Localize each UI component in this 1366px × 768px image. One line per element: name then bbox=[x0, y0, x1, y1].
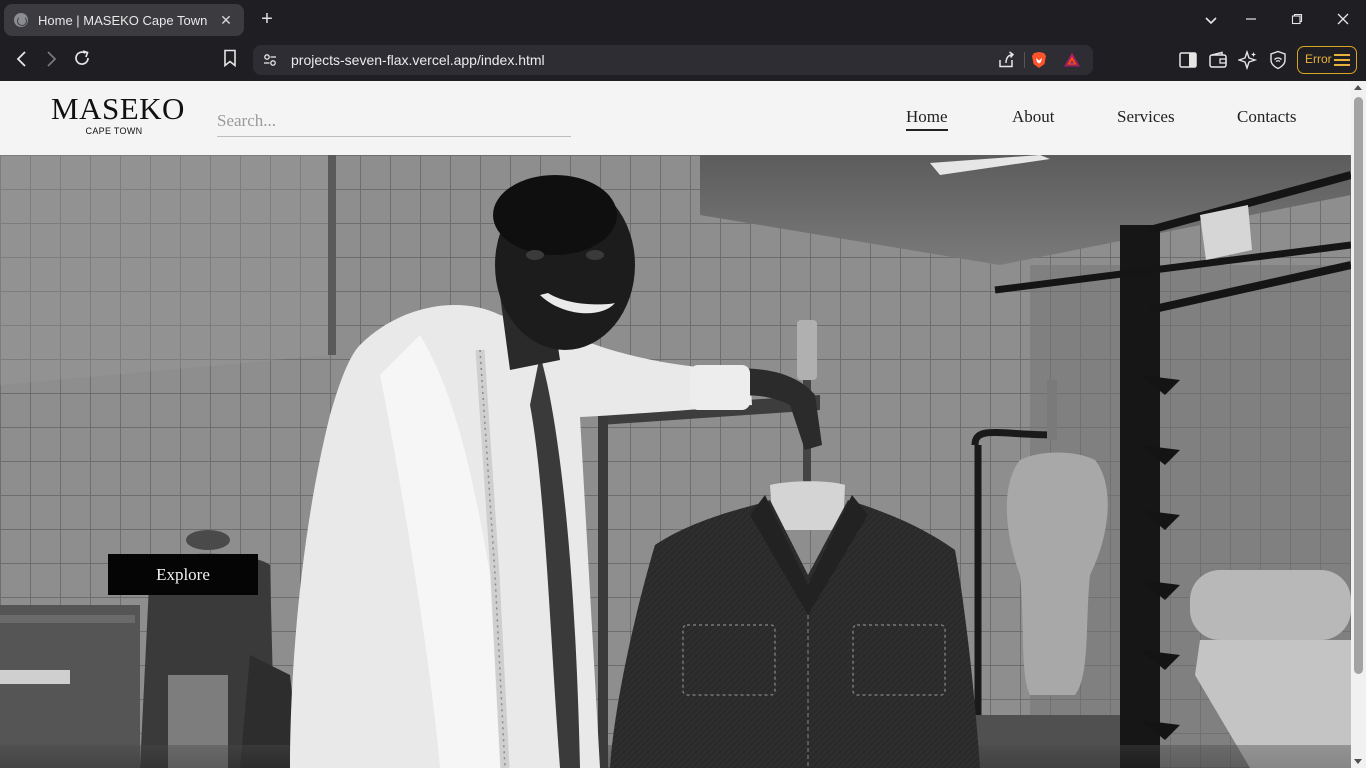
url-text[interactable]: projects-seven-flax.vercel.app/index.htm… bbox=[291, 52, 545, 68]
site-logo[interactable]: MASEKO CAPE TOWN bbox=[51, 91, 185, 137]
close-icon[interactable]: ✕ bbox=[218, 12, 234, 28]
logo-sub-text: CAPE TOWN bbox=[85, 126, 143, 136]
browser-tab[interactable]: Home | MASEKO Cape Town ✕ bbox=[4, 4, 244, 36]
scroll-up-icon[interactable] bbox=[1354, 85, 1362, 90]
address-bar[interactable]: projects-seven-flax.vercel.app/index.htm… bbox=[253, 45, 1093, 75]
sidebar-icon[interactable] bbox=[1178, 50, 1198, 70]
restore-icon[interactable] bbox=[1285, 8, 1309, 32]
browser-toolbar: projects-seven-flax.vercel.app/index.htm… bbox=[0, 40, 1366, 81]
error-label: Error bbox=[1305, 52, 1332, 66]
forward-icon[interactable] bbox=[38, 48, 64, 74]
hero-section: Explore bbox=[0, 155, 1351, 768]
chevron-down-icon[interactable] bbox=[1199, 8, 1223, 32]
explore-button[interactable]: Explore bbox=[108, 554, 258, 595]
close-window-icon[interactable] bbox=[1331, 8, 1355, 32]
page-viewport: MASEKO CAPE TOWN Home About Services Con… bbox=[0, 81, 1366, 768]
share-icon[interactable] bbox=[997, 51, 1015, 69]
browser-menu-button[interactable]: Error bbox=[1297, 46, 1357, 74]
tab-title: Home | MASEKO Cape Town bbox=[38, 12, 208, 28]
reload-icon[interactable] bbox=[69, 48, 95, 74]
logo-main-text: MASEKO bbox=[51, 91, 185, 126]
bookmark-icon[interactable] bbox=[217, 48, 243, 74]
site-settings-icon[interactable] bbox=[263, 53, 277, 67]
back-icon[interactable] bbox=[9, 48, 35, 74]
brave-shields-icon[interactable] bbox=[1030, 51, 1048, 69]
divider bbox=[1024, 52, 1025, 68]
leo-ai-icon[interactable] bbox=[1238, 50, 1258, 70]
globe-icon bbox=[14, 13, 28, 27]
tab-bar: Home | MASEKO Cape Town ✕ + bbox=[0, 0, 1366, 40]
scroll-down-icon[interactable] bbox=[1354, 759, 1362, 764]
page-scrollbar[interactable] bbox=[1351, 81, 1366, 768]
minimize-icon[interactable] bbox=[1239, 8, 1263, 32]
site-header: MASEKO CAPE TOWN Home About Services Con… bbox=[0, 81, 1351, 155]
wallet-icon[interactable] bbox=[1208, 50, 1228, 70]
nav-services[interactable]: Services bbox=[1117, 107, 1175, 127]
hero-photo bbox=[0, 155, 1351, 768]
vpn-icon[interactable] bbox=[1268, 50, 1288, 70]
menu-icon bbox=[1334, 54, 1350, 66]
plus-icon[interactable]: + bbox=[256, 8, 278, 30]
bat-rewards-icon[interactable] bbox=[1063, 51, 1081, 69]
nav-contacts[interactable]: Contacts bbox=[1237, 107, 1297, 127]
search-input[interactable] bbox=[217, 105, 571, 137]
scrollbar-thumb[interactable] bbox=[1354, 97, 1363, 674]
nav-home[interactable]: Home bbox=[906, 107, 948, 131]
nav-about[interactable]: About bbox=[1012, 107, 1055, 127]
